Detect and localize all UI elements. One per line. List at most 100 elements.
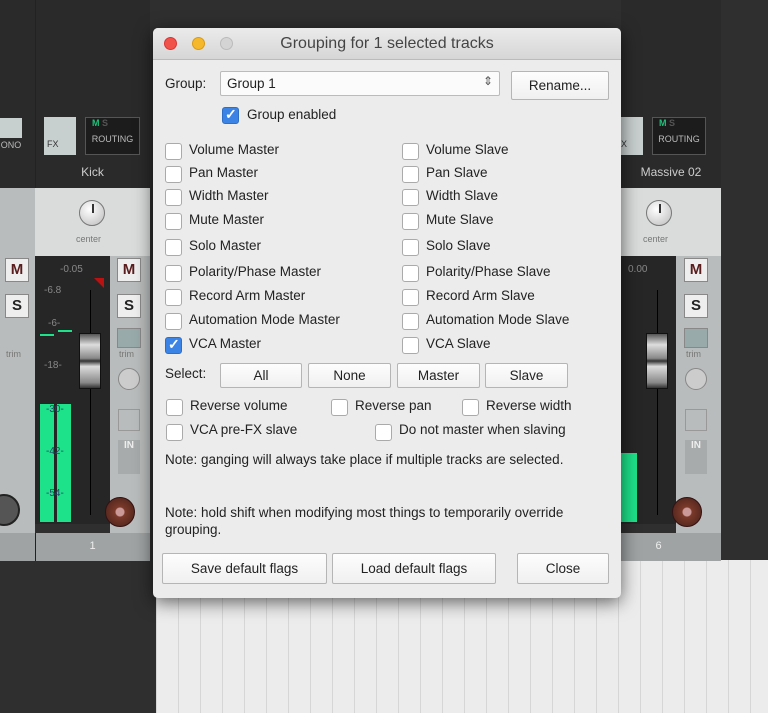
meter-bar-right bbox=[57, 404, 71, 522]
select-master-button[interactable]: Master bbox=[397, 363, 480, 388]
strip-kick-header bbox=[35, 0, 150, 188]
routing-button[interactable]: M S ROUTING bbox=[652, 117, 706, 155]
scale-label: -30- bbox=[46, 404, 64, 415]
scale-label: -54- bbox=[46, 488, 64, 499]
mute-button[interactable]: M bbox=[5, 258, 29, 282]
record-arm-master-label: Record Arm Master bbox=[189, 288, 306, 303]
volume-slave-label: Volume Slave bbox=[426, 142, 509, 157]
close-button[interactable]: Close bbox=[517, 553, 609, 584]
pan-slave-checkbox[interactable] bbox=[402, 166, 419, 183]
pan-knob[interactable] bbox=[79, 200, 105, 226]
group-label: Group: bbox=[165, 76, 207, 91]
reverse-pan-checkbox[interactable] bbox=[331, 399, 348, 416]
polarity-phase-slave-label: Polarity/Phase Slave bbox=[426, 264, 551, 279]
updown-chevron-icon: ⇕ bbox=[482, 74, 493, 88]
load-default-flags-button[interactable]: Load default flags bbox=[332, 553, 496, 584]
strip-left-header bbox=[0, 0, 35, 188]
reverse-pan-label: Reverse pan bbox=[355, 398, 432, 413]
width-master-label: Width Master bbox=[189, 188, 269, 203]
fx-button[interactable]: FX bbox=[44, 117, 76, 155]
group-select-value: Group 1 bbox=[227, 76, 276, 91]
scale-label: -6.8 bbox=[44, 285, 62, 296]
select-all-button[interactable]: All bbox=[220, 363, 302, 388]
fx-insert-icon[interactable] bbox=[118, 409, 140, 431]
solo-slave-checkbox[interactable] bbox=[402, 239, 419, 256]
meter-peak-hold bbox=[40, 334, 54, 336]
mute-master-checkbox[interactable] bbox=[165, 213, 182, 230]
strip-left-footer bbox=[0, 533, 35, 561]
trim-label: trim bbox=[6, 349, 21, 359]
volume-master-label: Volume Master bbox=[189, 142, 280, 157]
routing-button[interactable]: M S ROUTING bbox=[85, 117, 140, 155]
record-arm-master-checkbox[interactable] bbox=[165, 289, 182, 306]
automation-icon[interactable] bbox=[117, 328, 141, 348]
width-master-checkbox[interactable] bbox=[165, 189, 182, 206]
solo-button[interactable]: S bbox=[684, 294, 708, 318]
mute-slave-checkbox[interactable] bbox=[402, 213, 419, 230]
fx-button[interactable]: X bbox=[621, 117, 643, 155]
vca-slave-checkbox[interactable] bbox=[402, 337, 419, 354]
pan-label: center bbox=[643, 234, 669, 244]
pan-slave-label: Pan Slave bbox=[426, 165, 488, 180]
no-master-checkbox[interactable] bbox=[375, 424, 392, 441]
vca-master-checkbox[interactable] bbox=[165, 336, 182, 354]
volume-fader[interactable] bbox=[646, 333, 668, 389]
peak-readout: -0.05 bbox=[60, 264, 83, 275]
solo-button[interactable]: S bbox=[117, 294, 141, 318]
phase-icon[interactable] bbox=[685, 368, 707, 390]
automation-icon[interactable] bbox=[684, 328, 708, 348]
solo-master-checkbox[interactable] bbox=[165, 239, 182, 256]
save-default-flags-button[interactable]: Save default flags bbox=[162, 553, 327, 584]
automation-mode-slave-checkbox[interactable] bbox=[402, 313, 419, 330]
mute-button[interactable]: M bbox=[117, 258, 141, 282]
pan-label: center bbox=[76, 234, 102, 244]
input-button[interactable]: IN bbox=[685, 440, 707, 474]
width-slave-checkbox[interactable] bbox=[402, 189, 419, 206]
input-button[interactable]: IN bbox=[118, 440, 140, 474]
group-select[interactable]: Group 1 ⇕ bbox=[220, 71, 500, 96]
phase-icon[interactable] bbox=[118, 368, 140, 390]
minimize-window-button[interactable] bbox=[192, 37, 205, 50]
pan-master-checkbox[interactable] bbox=[165, 166, 182, 183]
select-label: Select: bbox=[165, 366, 207, 381]
record-arm-button[interactable] bbox=[105, 497, 135, 527]
rename-button[interactable]: Rename... bbox=[511, 71, 609, 100]
solo-slave-label: Solo Slave bbox=[426, 238, 491, 253]
volume-slave-checkbox[interactable] bbox=[402, 143, 419, 160]
select-none-button[interactable]: None bbox=[308, 363, 391, 388]
note-shift: Note: hold shift when modifying most thi… bbox=[165, 505, 564, 537]
msr-indicators: M S bbox=[92, 118, 109, 128]
polarity-phase-slave-checkbox[interactable] bbox=[402, 265, 419, 282]
polarity-phase-master-checkbox[interactable] bbox=[165, 265, 182, 282]
reverse-volume-checkbox[interactable] bbox=[166, 399, 183, 416]
mute-master-label: Mute Master bbox=[189, 212, 265, 227]
mute-button[interactable]: M bbox=[684, 258, 708, 282]
solo-button[interactable]: S bbox=[5, 294, 29, 318]
dialog-title: Grouping for 1 selected tracks bbox=[280, 35, 494, 52]
zoom-window-button bbox=[220, 37, 233, 50]
fx-insert-icon[interactable] bbox=[685, 409, 707, 431]
group-enabled-checkbox[interactable] bbox=[222, 106, 239, 124]
meter-bar-left bbox=[40, 404, 54, 522]
msr-indicators: M S bbox=[659, 118, 676, 128]
fx-label: X bbox=[621, 139, 628, 149]
note-ganging: Note: ganging will always take place if … bbox=[165, 452, 564, 467]
record-arm-slave-label: Record Arm Slave bbox=[426, 288, 535, 303]
volume-fader[interactable] bbox=[79, 333, 101, 389]
track-number: 1 bbox=[89, 540, 96, 552]
pan-knob[interactable] bbox=[646, 200, 672, 226]
trim-label: trim bbox=[119, 349, 134, 359]
close-window-button[interactable] bbox=[164, 37, 177, 50]
vca-prefx-checkbox[interactable] bbox=[166, 424, 183, 441]
record-arm-button[interactable] bbox=[672, 497, 702, 527]
scale-label: -42- bbox=[46, 446, 64, 457]
solo-master-label: Solo Master bbox=[189, 238, 262, 253]
volume-master-checkbox[interactable] bbox=[165, 143, 182, 160]
automation-mode-master-label: Automation Mode Master bbox=[189, 312, 340, 327]
reverse-width-checkbox[interactable] bbox=[462, 399, 479, 416]
select-slave-button[interactable]: Slave bbox=[485, 363, 568, 388]
width-slave-label: Width Slave bbox=[426, 188, 499, 203]
meter-peak-hold bbox=[58, 330, 72, 332]
record-arm-slave-checkbox[interactable] bbox=[402, 289, 419, 306]
automation-mode-master-checkbox[interactable] bbox=[165, 313, 182, 330]
